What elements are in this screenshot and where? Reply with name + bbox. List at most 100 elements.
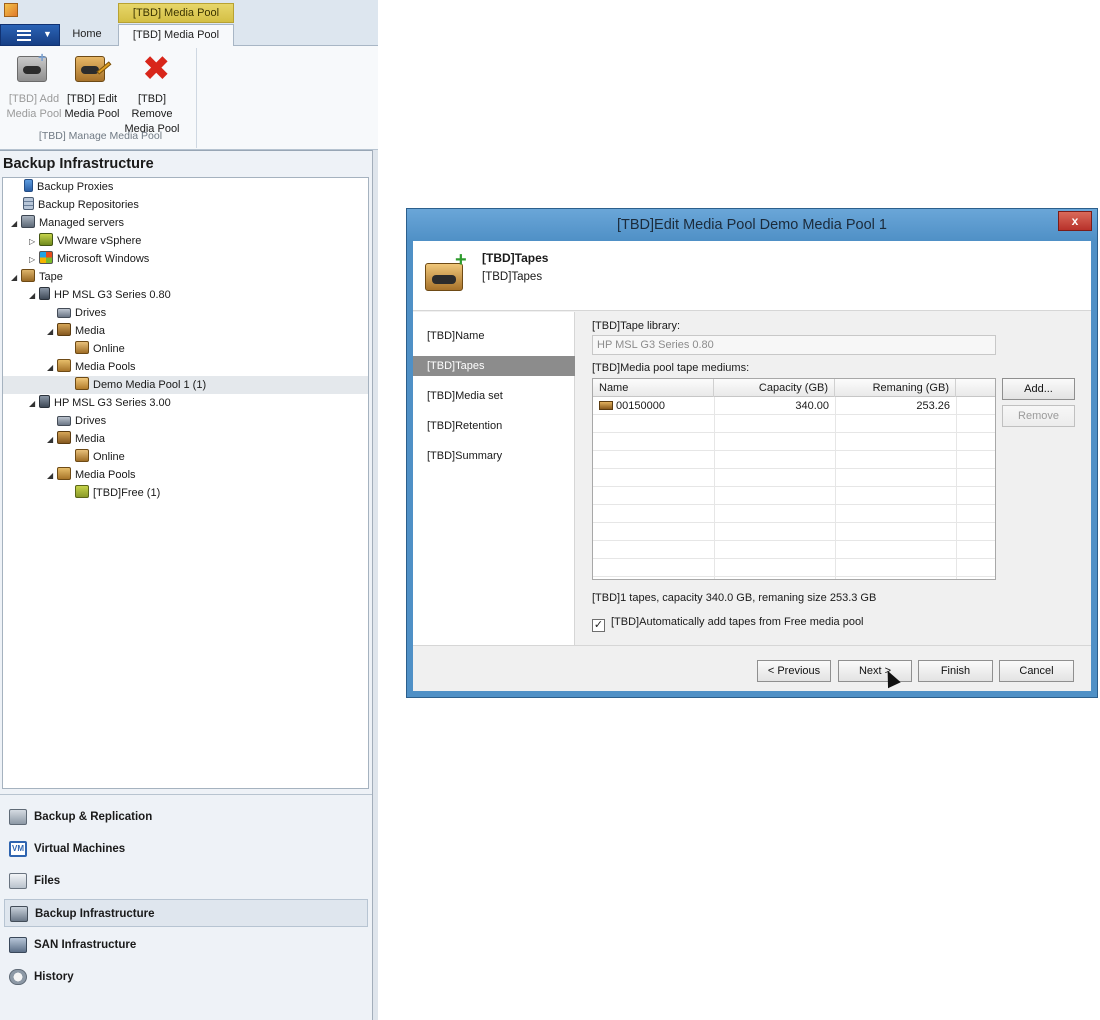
vm-icon (9, 841, 27, 857)
grid-divider (956, 397, 957, 579)
ribbon-group-manage-media-pool: + [TBD] Add Media Pool [TBD] Edit Media … (4, 48, 197, 148)
navigation-pane: Backup & Replication Virtual Machines Fi… (0, 794, 372, 1020)
tree-item-media[interactable]: ◢ Media (47, 322, 105, 340)
nav-history[interactable]: History (4, 963, 368, 991)
previous-button[interactable]: < Previous (757, 660, 831, 682)
next-button[interactable]: Next > (838, 660, 912, 682)
column-header-remaining[interactable]: Remaning (GB) (835, 379, 956, 397)
ribbon-tabs: ▼ Home [TBD] Media Pool (0, 24, 378, 47)
edit-media-pool-dialog: [TBD]Edit Media Pool Demo Media Pool 1 x… (406, 208, 1098, 698)
tree-item-free-pool[interactable]: [TBD]Free (1) (75, 484, 160, 502)
app-icon (4, 3, 18, 17)
collapse-arrow-icon[interactable]: ◢ (11, 269, 21, 287)
windows-icon (39, 251, 53, 264)
table-row-capacity: 340.00 (795, 400, 829, 412)
collapse-arrow-icon[interactable]: ◢ (29, 395, 39, 413)
remove-x-icon: ✖ (142, 50, 171, 88)
column-header-name[interactable]: Name (593, 379, 714, 397)
step-retention[interactable]: [TBD]Retention (413, 416, 575, 436)
column-header-capacity[interactable]: Capacity (GB) (714, 379, 835, 397)
collapse-arrow-icon[interactable]: ◢ (47, 323, 57, 341)
tree-item-drives[interactable]: Drives (47, 304, 106, 322)
collapse-arrow-icon[interactable]: ◢ (47, 359, 57, 377)
tree-item-media-pools[interactable]: ◢ Media Pools (47, 358, 136, 376)
add-media-pool-label: [TBD] Add Media Pool (6, 93, 62, 120)
table-row-name[interactable]: 00150000 (593, 398, 714, 415)
vmware-icon (39, 233, 53, 246)
tape-drive-icon (57, 416, 71, 426)
checkbox-checked-icon[interactable]: ✓ (592, 619, 605, 632)
tree-item-backup-proxies[interactable]: Backup Proxies (11, 178, 113, 196)
close-button[interactable]: x (1058, 211, 1092, 231)
nav-virtual-machines[interactable]: Virtual Machines (4, 835, 368, 863)
tree-item-drives[interactable]: Drives (47, 412, 106, 430)
title-strip: [TBD] Media Pool Tools (0, 0, 378, 37)
files-icon (9, 873, 27, 889)
dialog-body: + [TBD]Tapes [TBD]Tapes [TBD]Name [TBD]T… (413, 241, 1091, 691)
nav-backup-infrastructure[interactable]: Backup Infrastructure (4, 899, 368, 927)
tree-item-backup-repositories[interactable]: Backup Repositories (11, 196, 139, 214)
nav-files[interactable]: Files (4, 867, 368, 895)
step-tapes[interactable]: [TBD]Tapes (413, 356, 575, 376)
tape-library-field[interactable] (592, 335, 996, 355)
step-summary[interactable]: [TBD]Summary (413, 446, 575, 466)
menu-icon (17, 30, 31, 41)
edit-media-pool-button[interactable]: [TBD] Edit Media Pool (62, 50, 122, 122)
expand-arrow-icon[interactable]: ▷ (29, 233, 39, 251)
add-media-pool-button[interactable]: + [TBD] Add Media Pool (4, 50, 64, 122)
file-menu-button[interactable]: ▼ (0, 24, 60, 46)
add-tape-icon: + (425, 249, 467, 291)
nav-backup-replication[interactable]: Backup & Replication (4, 803, 368, 831)
collapse-arrow-icon[interactable]: ◢ (11, 215, 21, 233)
tab-media-pool[interactable]: [TBD] Media Pool (118, 24, 234, 47)
table-row-remaining: 253.26 (916, 400, 950, 412)
add-tape-button[interactable]: Add... (1002, 378, 1075, 400)
tree-item-media[interactable]: ◢ Media (47, 430, 105, 448)
tape-icon (599, 401, 613, 410)
media-pools-icon (57, 359, 71, 372)
tree-item-online[interactable]: Online (65, 448, 125, 466)
remove-tape-button[interactable]: Remove (1002, 405, 1075, 427)
grid-divider (835, 397, 836, 579)
tape-library-icon (39, 395, 50, 408)
infrastructure-icon (10, 906, 28, 922)
collapse-arrow-icon[interactable]: ◢ (47, 431, 57, 449)
tree-item-managed-servers[interactable]: ◢ Managed servers (11, 214, 124, 232)
wizard-content: [TBD]Tape library: [TBD]Media pool tape … (576, 312, 1091, 645)
remove-media-pool-button[interactable]: ✖ [TBD] Remove Media Pool (122, 50, 182, 135)
nav-san-infrastructure[interactable]: SAN Infrastructure (4, 931, 368, 959)
tape-icon (21, 269, 35, 282)
tree-item-tape[interactable]: ◢ Tape (11, 268, 63, 286)
finish-button[interactable]: Finish (918, 660, 993, 682)
wizard-step-subtitle: [TBD]Tapes (482, 271, 543, 283)
tree-item-microsoft-windows[interactable]: ▷ Microsoft Windows (29, 250, 149, 268)
online-media-icon (75, 341, 89, 354)
media-icon (57, 431, 71, 444)
tree-item-tape-library-2[interactable]: ◢ HP MSL G3 Series 3.00 (29, 394, 171, 412)
tree-item-demo-media-pool[interactable]: Demo Media Pool 1 (1) (3, 376, 368, 394)
tape-mediums-grid[interactable]: Name Capacity (GB) Remaning (GB) 0015000… (592, 378, 996, 580)
tree-item-vmware-vsphere[interactable]: ▷ VMware vSphere (29, 232, 141, 250)
free-pool-icon (75, 485, 89, 498)
auto-add-label: [TBD]Automatically add tapes from Free m… (611, 616, 864, 628)
wizard-step-title: [TBD]Tapes (482, 251, 549, 265)
tab-home[interactable]: Home (62, 24, 112, 46)
collapse-arrow-icon[interactable]: ◢ (29, 287, 39, 305)
collapse-arrow-icon[interactable]: ◢ (47, 467, 57, 485)
infrastructure-tree: Backup Proxies Backup Repositories ◢ Mana… (2, 177, 369, 789)
tree-item-media-pools[interactable]: ◢ Media Pools (47, 466, 136, 484)
panel-splitter[interactable] (372, 150, 378, 1020)
wizard-footer: < Previous Next > Finish Cancel (413, 645, 1091, 691)
expand-arrow-icon[interactable]: ▷ (29, 251, 39, 269)
step-media-set[interactable]: [TBD]Media set (413, 386, 575, 406)
auto-add-checkbox[interactable]: ✓ [TBD]Automatically add tapes from Free … (592, 615, 864, 632)
backup-icon (9, 809, 27, 825)
repository-icon (23, 197, 34, 210)
history-icon (9, 969, 27, 985)
tree-item-tape-library-1[interactable]: ◢ HP MSL G3 Series 0.80 (29, 286, 171, 304)
online-media-icon (75, 449, 89, 462)
tree-item-online[interactable]: Online (65, 340, 125, 358)
cancel-button[interactable]: Cancel (999, 660, 1074, 682)
step-name[interactable]: [TBD]Name (413, 326, 575, 346)
grid-background (593, 397, 995, 579)
